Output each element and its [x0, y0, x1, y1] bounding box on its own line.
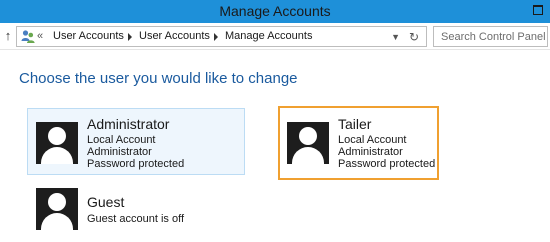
breadcrumb-separator-icon[interactable]	[128, 33, 132, 41]
refresh-icon[interactable]: ↻	[409, 30, 419, 44]
maximize-icon	[533, 5, 543, 15]
account-tile-guest[interactable]: Guest Guest account is off	[27, 183, 245, 235]
breadcrumb-user-accounts-1[interactable]: User Accounts	[53, 29, 124, 44]
breadcrumb-user-accounts-2[interactable]: User Accounts	[139, 29, 210, 44]
address-dropdown-icon[interactable]: ▼	[391, 33, 400, 42]
address-bar[interactable]: « User Accounts User Accounts Manage Acc…	[16, 26, 427, 47]
title-bar: Manage Accounts	[0, 0, 550, 23]
account-tile-administrator[interactable]: Administrator Local Account Administrato…	[27, 108, 245, 175]
user-avatar-icon	[287, 122, 329, 164]
search-box[interactable]	[433, 26, 548, 47]
account-name: Tailer	[338, 116, 372, 132]
account-name: Administrator	[87, 116, 170, 132]
navigation-bar: ↑ « User Accounts User Accounts Manage A…	[0, 23, 550, 50]
maximize-button[interactable]	[528, 2, 548, 19]
page-heading: Choose the user you would like to change	[19, 70, 298, 87]
account-status: Guest account is off	[87, 213, 185, 225]
user-accounts-icon	[21, 30, 35, 43]
account-tile-tailer[interactable]: Tailer Local Account Administrator Passw…	[278, 106, 439, 180]
up-arrow-icon[interactable]: ↑	[3, 28, 13, 44]
breadcrumb-separator-icon[interactable]	[214, 33, 218, 41]
account-name: Guest	[87, 194, 125, 210]
user-avatar-icon	[36, 188, 78, 230]
account-password-status: Password protected	[338, 158, 436, 170]
user-avatar-icon	[36, 122, 78, 164]
breadcrumb-manage-accounts[interactable]: Manage Accounts	[225, 29, 312, 44]
account-password-status: Password protected	[87, 158, 185, 170]
window-title: Manage Accounts	[219, 3, 331, 19]
search-input[interactable]	[434, 27, 547, 46]
address-overflow-chevron[interactable]: «	[37, 29, 43, 44]
